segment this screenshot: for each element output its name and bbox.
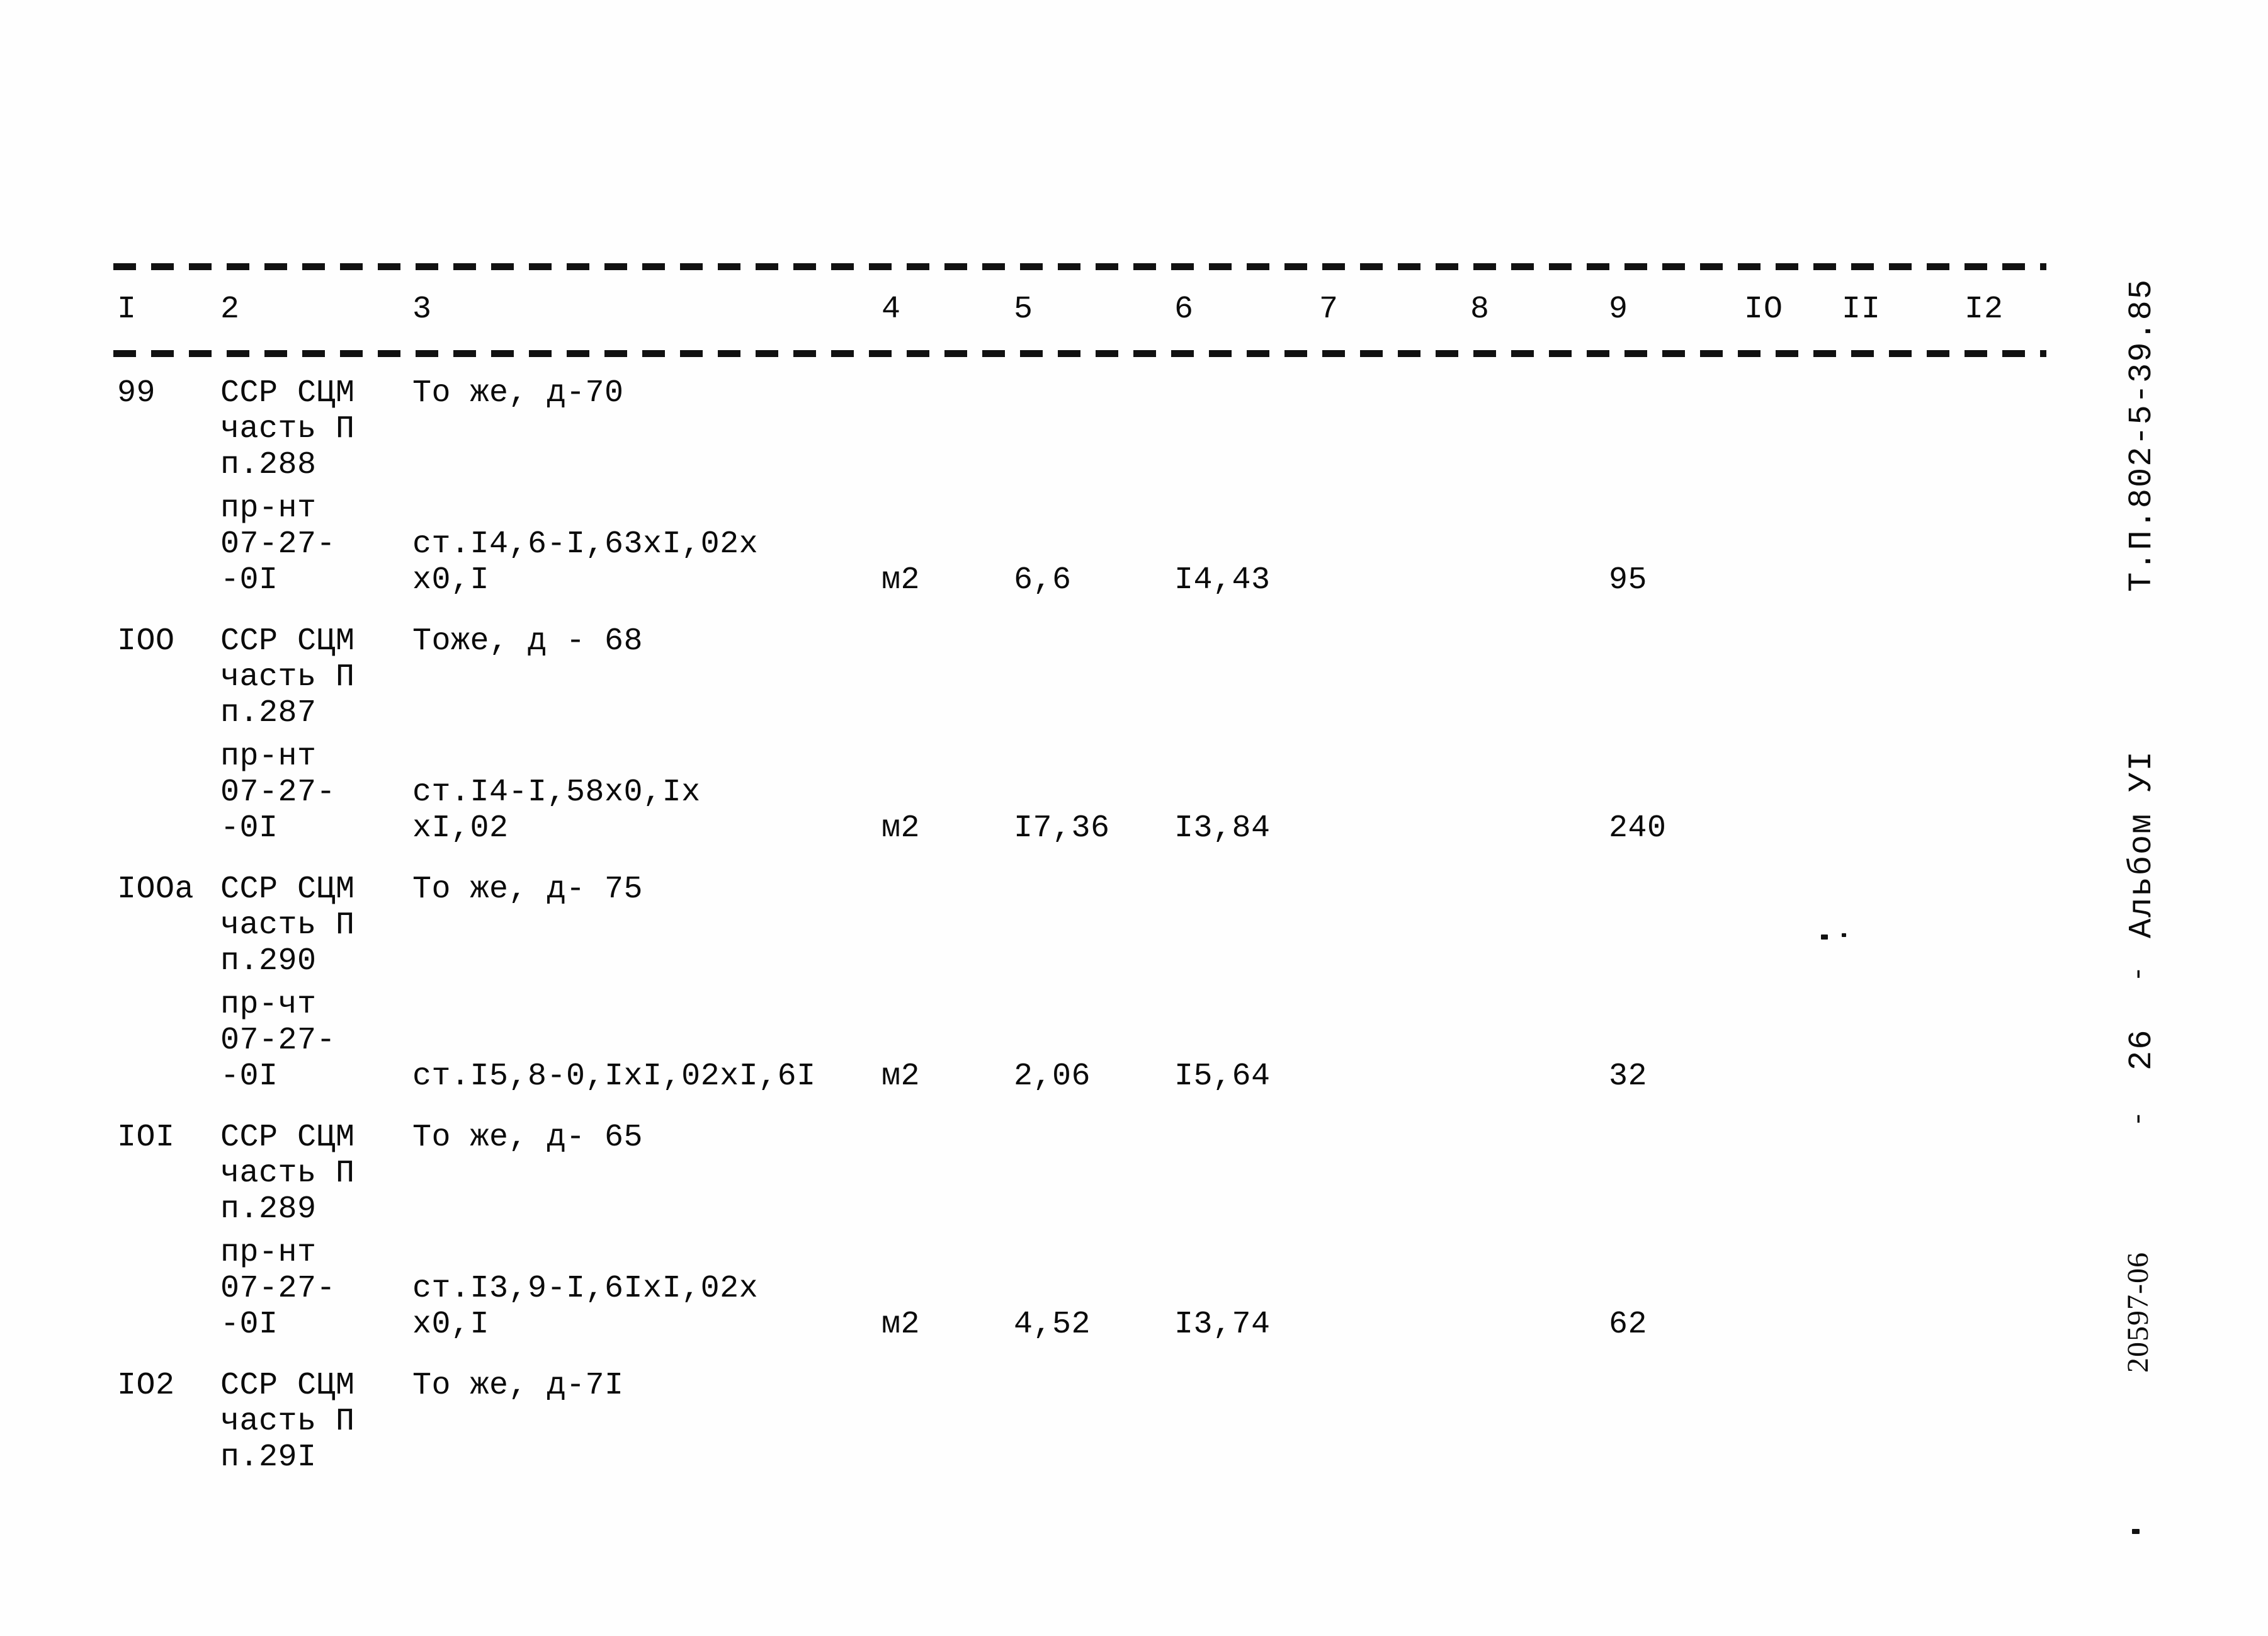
- cell-col3-row-101: х0,I: [412, 1307, 490, 1343]
- cell-col2-row-101: часть П: [220, 1156, 355, 1191]
- cell-col4-row-101: м2: [882, 1307, 921, 1343]
- cell-col2-row-99: -0I: [220, 562, 278, 598]
- cell-col3-row-100: хI,02: [412, 810, 509, 846]
- column-header-8: 8: [1470, 292, 1490, 327]
- cell-col6-row-100: I3,84: [1174, 810, 1271, 846]
- cell-col3-row-101: ст.I3,9-I,6IхI,02х: [412, 1271, 759, 1307]
- cell-col2-row-102: ССР СЦМ: [220, 1368, 355, 1404]
- cell-col2-row-102: часть П: [220, 1404, 355, 1440]
- cell-col3-row-100a: То же, д- 75: [412, 872, 644, 907]
- cell-col3-row-100a: ст.I5,8-0,IхI,02хI,6I: [412, 1059, 816, 1094]
- cell-col5-row-101: 4,52: [1014, 1307, 1091, 1343]
- cell-col3-row-99: х0,I: [412, 562, 490, 598]
- cell-col6-row-100a: I5,64: [1174, 1059, 1271, 1094]
- cell-col3-row-100: ст.I4-I,58х0,Iх: [412, 775, 701, 810]
- table-top-rule: [113, 263, 2046, 270]
- cell-col2-row-99: часть П: [220, 411, 355, 447]
- column-header-12: I2: [1965, 292, 2004, 327]
- cell-col1-row-101: IOI: [117, 1120, 175, 1156]
- column-header-3: 3: [412, 292, 433, 327]
- column-header-10: IO: [1744, 292, 1784, 327]
- table-header-bottom-rule: [113, 350, 2046, 357]
- project-code-stamp: Т.П.802-5-39.85: [2123, 278, 2160, 592]
- table-column-header-row: I 2 3 4 5 6 7 8 9 IO II I2: [0, 291, 2268, 335]
- cell-col4-row-100: м2: [882, 810, 921, 846]
- cell-col2-row-100a: пр-чт: [220, 987, 317, 1023]
- column-header-7: 7: [1319, 292, 1339, 327]
- cell-col1-row-102: IO2: [117, 1368, 175, 1404]
- cell-col2-row-101: пр-нт: [220, 1235, 317, 1271]
- cell-col2-row-102: п.29I: [220, 1440, 317, 1475]
- cell-col2-row-99: 07-27-: [220, 526, 336, 562]
- table-row: IOI ССР СЦМ То же, д- 65 часть Пп.289 пр-нт 0…: [0, 1120, 2268, 1343]
- cell-col2-row-101: п.289: [220, 1191, 317, 1227]
- cell-col2-row-99: пр-нт: [220, 491, 317, 526]
- cell-col1-row-100a: IOOа: [117, 872, 195, 907]
- cell-col2-row-100: 07-27-: [220, 775, 336, 810]
- cell-col5-row-99: 6,6: [1014, 562, 1072, 598]
- cell-col2-row-99: п.288: [220, 447, 317, 483]
- cell-col6-row-99: I4,43: [1174, 562, 1271, 598]
- scan-speck: [2132, 1529, 2140, 1534]
- column-header-4: 4: [882, 292, 902, 327]
- cell-col2-row-99: ССР СЦМ: [220, 375, 355, 411]
- cell-col1-row-99: 99: [117, 375, 156, 411]
- cell-col2-row-101: ССР СЦМ: [220, 1120, 355, 1156]
- cell-col2-row-100a: п.290: [220, 943, 317, 979]
- cell-col2-row-101: -0I: [220, 1307, 278, 1343]
- cell-col2-row-100: -0I: [220, 810, 278, 846]
- cell-col9-row-100a: 32: [1609, 1059, 1648, 1094]
- column-header-6: 6: [1174, 292, 1194, 327]
- cell-col2-row-101: 07-27-: [220, 1271, 336, 1307]
- cell-col3-row-101: То же, д- 65: [412, 1120, 644, 1156]
- cell-col5-row-100a: 2,06: [1014, 1059, 1091, 1094]
- cell-col6-row-101: I3,74: [1174, 1307, 1271, 1343]
- cell-col5-row-100: I7,36: [1014, 810, 1110, 846]
- cell-col2-row-100a: ССР СЦМ: [220, 872, 355, 907]
- cell-col1-row-100: IOO: [117, 623, 175, 659]
- cell-col2-row-100a: -0I: [220, 1059, 278, 1094]
- cell-col3-row-100: Тоже, д - 68: [412, 623, 644, 659]
- page-dash-right: -: [2123, 1109, 2155, 1127]
- table-row: 99 ССР СЦМ То же, д-70 часть Пп.288 пр-нт 07-…: [0, 375, 2268, 598]
- cell-col2-row-100: пр-нт: [220, 739, 317, 775]
- table-row: IOOа ССР СЦМ То же, д- 75 часть Пп.290 пр-чт…: [0, 872, 2268, 1094]
- album-stamp: Альбом УI: [2123, 750, 2160, 938]
- cell-col3-row-102: То же, д-7I: [412, 1368, 624, 1404]
- cell-col3-row-99: ст.I4,6-I,63xI,02x: [412, 526, 759, 562]
- column-header-11: II: [1842, 292, 1881, 327]
- cell-col2-row-100: часть П: [220, 659, 355, 695]
- cell-col9-row-99: 95: [1609, 562, 1648, 598]
- column-header-2: 2: [220, 292, 241, 327]
- cell-col4-row-100a: м2: [882, 1059, 921, 1094]
- cell-col2-row-100: ССР СЦМ: [220, 623, 355, 659]
- cell-col2-row-100a: 07-27-: [220, 1023, 336, 1059]
- column-header-1: I: [117, 292, 137, 327]
- document-page: I 2 3 4 5 6 7 8 9 IO II I2 99 ССР СЦМ То же, д-70 част…: [0, 0, 2268, 1636]
- table-row: IO2 ССР СЦМ То же, д-7I часть Пп.29I: [0, 1368, 2268, 1475]
- cell-col2-row-100: п.287: [220, 695, 317, 731]
- cell-col9-row-101: 62: [1609, 1307, 1648, 1343]
- scan-speck: [1821, 934, 1828, 940]
- column-header-5: 5: [1014, 292, 1034, 327]
- archive-code-stamp: 20597-06: [2121, 1252, 2155, 1373]
- page-number-stamp: 26: [2123, 1028, 2160, 1071]
- page-dash-left: -: [2123, 964, 2155, 982]
- cell-col2-row-100a: часть П: [220, 907, 355, 943]
- scan-speck: [1842, 933, 1846, 937]
- table-row: IOO ССР СЦМ Тоже, д - 68 часть Пп.287 пр-нт 0…: [0, 623, 2268, 846]
- cell-col9-row-100: 240: [1609, 810, 1667, 846]
- cell-col4-row-99: м2: [882, 562, 921, 598]
- column-header-9: 9: [1609, 292, 1629, 327]
- cell-col3-row-99: То же, д-70: [412, 375, 624, 411]
